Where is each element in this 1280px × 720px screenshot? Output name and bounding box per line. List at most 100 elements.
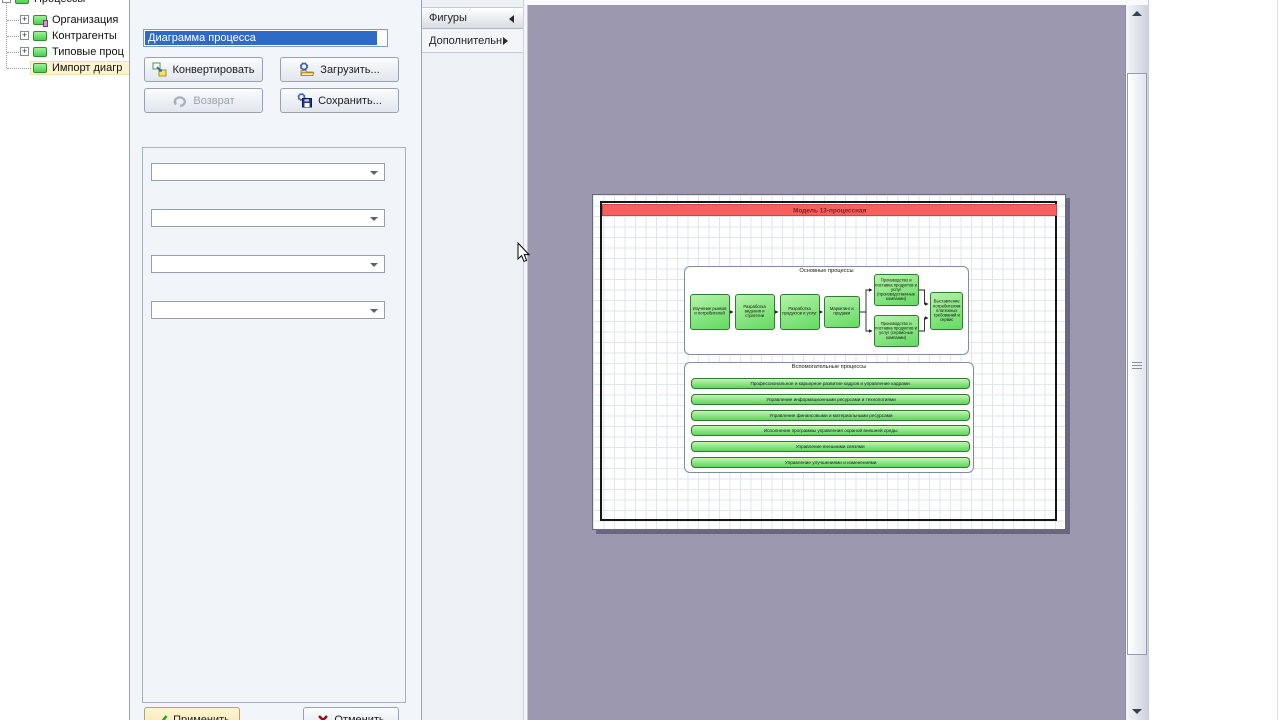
process-box-3[interactable]: Разработка продуктов и услуг	[780, 294, 820, 330]
convert-button-label: Конвертировать	[172, 63, 255, 76]
tree-item-label: Организация	[52, 14, 119, 26]
process-box-5[interactable]: Производство и поставка продуктов и услу…	[874, 274, 919, 306]
shapes-more-label: Дополнительн	[429, 35, 503, 47]
process-box-1[interactable]: Изучение рынков и потребителей	[690, 294, 730, 330]
process-box-label: Разработка видения и стратегии	[743, 305, 767, 319]
scrollbar-grip-icon	[1132, 362, 1142, 371]
diagram-title: Модель 13-процессная	[792, 206, 867, 214]
scrollbar-thumb[interactable]	[1127, 73, 1147, 655]
tree-branch-line	[7, 36, 21, 37]
convert-icon	[152, 62, 167, 77]
diagram-editor-panel: Диаграмма процесса Конвертировать Загруз…	[131, 0, 420, 720]
diagram-canvas[interactable]: Модель 13-процессная Основные процессы И…	[527, 5, 1125, 720]
process-box-label: Производство и поставка продуктов и услу…	[875, 278, 918, 302]
import-settings-groupbox	[142, 147, 406, 703]
save-floppy-gear-icon	[297, 93, 313, 108]
save-button[interactable]: Сохранить...	[280, 88, 399, 113]
process-node-icon	[33, 63, 47, 73]
shapes-panel-header[interactable]: Фигуры	[422, 7, 523, 29]
shapes-panel-title: Фигуры	[429, 12, 467, 24]
dropdown-arrow-icon	[370, 171, 378, 175]
dropdown-arrow-icon	[370, 217, 378, 221]
aux-process-bar-2[interactable]: Управление информационными ресурсами и т…	[691, 394, 970, 405]
diagram-border-frame	[600, 201, 1057, 521]
aux-process-bar-6[interactable]: Управление улучшениями и изменениями	[691, 457, 970, 468]
aux-process-bar-3[interactable]: Управление финансовыми и материальными р…	[691, 410, 970, 421]
aux-process-bar-4[interactable]: Исполнение программы управления охраной …	[691, 425, 970, 436]
node-badge-icon	[43, 20, 48, 27]
combo-box-4[interactable]	[151, 301, 385, 319]
undo-button-label: Возврат	[193, 94, 235, 107]
process-box-label: Выставление потребителям платежных требо…	[932, 299, 961, 323]
diagram-name-input[interactable]: Диаграмма процесса	[143, 29, 388, 47]
process-node-icon	[33, 31, 47, 41]
scroll-down-button[interactable]	[1126, 703, 1148, 720]
right-edge-divider	[1277, 0, 1278, 720]
aux-bar-label: Управление финансовыми и материальными р…	[768, 413, 893, 418]
tree-item-label: Контрагенты	[52, 30, 117, 42]
collapse-panel-icon[interactable]	[509, 15, 514, 23]
shapes-more-item[interactable]: Дополнительн	[422, 30, 523, 53]
process-folder-icon	[15, 0, 29, 4]
canvas-vertical-scrollbar[interactable]	[1125, 5, 1148, 720]
right-empty-area	[1148, 0, 1280, 720]
tree-item-tipovye[interactable]: + Типовые проц	[0, 44, 129, 60]
process-tree-panel: - Процессы + Организация + Контрагенты +…	[0, 0, 130, 720]
dropdown-arrow-icon	[370, 263, 378, 267]
process-box-4[interactable]: Маркетинг и продажи	[824, 296, 860, 328]
diagram-page[interactable]: Модель 13-процессная Основные процессы И…	[592, 194, 1066, 530]
chevron-right-icon	[503, 37, 509, 45]
tree-item-label: Процессы	[34, 0, 85, 5]
convert-button[interactable]: Конвертировать	[144, 57, 263, 82]
tree-item-organizatsiya[interactable]: + Организация	[0, 12, 129, 28]
aux-bar-label: Управление информационными ресурсами и т…	[765, 397, 896, 402]
check-icon	[161, 714, 168, 720]
process-box-label: Изучение рынков и потребителей	[693, 307, 727, 317]
aux-processes-title: Вспомогательные процессы	[791, 364, 867, 370]
cancel-button[interactable]: Отменить	[303, 707, 399, 720]
aux-bar-label: Управление внешними связями	[796, 444, 865, 449]
undo-button[interactable]: Возврат	[144, 88, 263, 113]
process-box-7[interactable]: Выставление потребителям платежных требо…	[930, 292, 963, 330]
tree-item-kontragenty[interactable]: + Контрагенты	[0, 28, 129, 44]
process-box-label: Маркетинг и продажи	[830, 307, 854, 317]
collapse-expander-icon[interactable]: -	[2, 0, 11, 3]
aux-bar-label: Профессиональное и карьерное развитие ка…	[750, 381, 911, 386]
combo-box-1[interactable]	[151, 163, 385, 181]
aux-process-bar-5[interactable]: Управление внешними связями	[691, 441, 970, 452]
process-node-icon	[33, 47, 47, 57]
aux-process-bar-1[interactable]: Профессиональное и карьерное развитие ка…	[691, 378, 970, 389]
cancel-button-label: Отменить	[334, 714, 385, 720]
expand-expander-icon[interactable]: +	[20, 31, 29, 40]
tree-branch-line	[7, 20, 21, 21]
combo-box-3[interactable]	[151, 255, 385, 273]
aux-processes-section[interactable]: Вспомогательные процессы Профессионально…	[684, 362, 974, 473]
process-box-2[interactable]: Разработка видения и стратегии	[735, 294, 775, 330]
arrow-up-icon	[1132, 11, 1142, 16]
combo-box-2[interactable]	[151, 209, 385, 227]
diagram-title-banner[interactable]: Модель 13-процессная	[602, 204, 1057, 216]
main-processes-title: Основные процессы	[799, 268, 854, 274]
diagram-name-selected-text: Диаграмма процесса	[145, 31, 377, 45]
expand-expander-icon[interactable]: +	[20, 15, 29, 24]
scroll-up-button[interactable]	[1126, 5, 1148, 22]
aux-bar-label: Исполнение программы управления охраной …	[763, 428, 898, 433]
tree-item-processy[interactable]: - Процессы	[0, 0, 129, 7]
tree-item-label: Импорт диагр	[52, 62, 123, 74]
cross-icon	[318, 715, 329, 720]
dropdown-arrow-icon	[370, 309, 378, 313]
apply-button[interactable]: Применить	[144, 707, 240, 720]
load-button[interactable]: Загрузить...	[280, 57, 399, 82]
save-button-label: Сохранить...	[318, 94, 382, 107]
process-box-label: Производство и поставка продуктов и услу…	[875, 321, 918, 340]
tree-item-label: Типовые проц	[52, 46, 124, 58]
aux-bar-label: Управление улучшениями и изменениями	[784, 460, 877, 465]
tree-item-import-diagramm[interactable]: Импорт диагр	[0, 60, 129, 76]
arrow-down-icon	[1132, 709, 1142, 714]
tree-branch-line	[7, 52, 21, 53]
process-box-6[interactable]: Производство и поставка продуктов и услу…	[874, 315, 919, 347]
expand-expander-icon[interactable]: +	[20, 47, 29, 56]
app-window: - Процессы + Организация + Контрагенты +…	[0, 0, 1280, 720]
shapes-panel: Фигуры Дополнительн	[421, 0, 524, 720]
load-button-label: Загрузить...	[320, 63, 380, 76]
